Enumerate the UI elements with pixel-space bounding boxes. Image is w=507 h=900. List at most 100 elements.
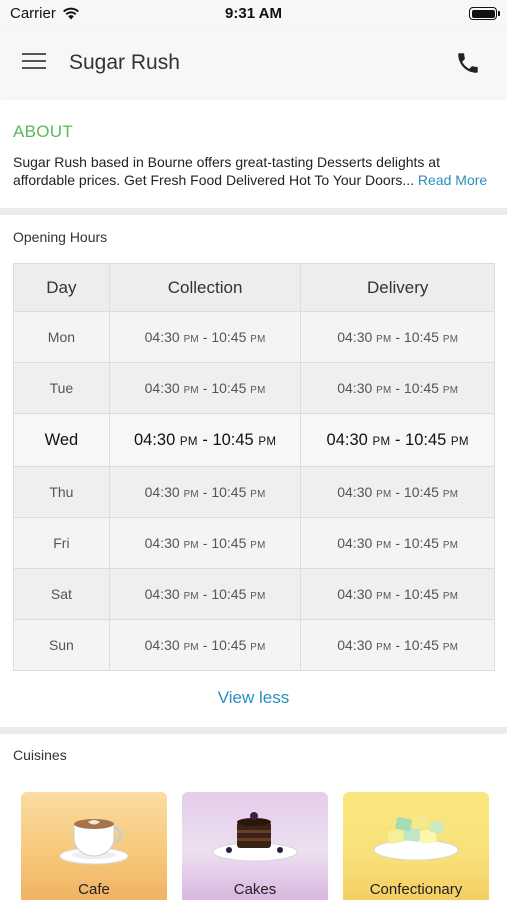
collection-hours-cell: 04:30 PM - 10:45 PM xyxy=(108,466,302,518)
table-header-row: Day Collection Delivery xyxy=(13,263,495,312)
table-row: Fri 04:30 PM - 10:45 PM 04:30 PM - 10:45 P… xyxy=(13,517,495,569)
close-time: 10:45 xyxy=(211,484,247,500)
cuisine-card-cakes[interactable]: Cakes xyxy=(182,792,328,900)
day-cell: Fri xyxy=(13,517,110,569)
pm-suffix: PM xyxy=(376,540,392,551)
opening-hours-heading: Opening Hours xyxy=(13,229,108,245)
table-row: Sat 04:30 PM - 10:45 PM 04:30 PM - 10:45 P… xyxy=(13,568,495,620)
open-time: 04:30 xyxy=(337,484,373,500)
pm-suffix: PM xyxy=(442,385,459,396)
collection-hours-cell: 04:30 PM - 10:45 PM xyxy=(108,619,302,671)
pm-suffix: PM xyxy=(442,334,459,345)
open-time: 04:30 xyxy=(144,329,180,345)
pm-suffix: PM xyxy=(376,642,392,653)
time-dash: - xyxy=(198,586,212,602)
opening-hours-table: Day Collection Delivery Mon 04:30 PM - 10… xyxy=(13,263,495,671)
open-time: 04:30 xyxy=(144,484,180,500)
pm-suffix: PM xyxy=(183,642,199,653)
day-cell: Sun xyxy=(13,619,110,671)
hamburger-menu-icon[interactable] xyxy=(22,52,48,72)
page-title: Sugar Rush xyxy=(69,51,180,74)
pm-suffix: PM xyxy=(376,489,392,500)
cuisine-card-cafe[interactable]: Cafe xyxy=(21,792,167,900)
close-time: 10:45 xyxy=(211,535,247,551)
pm-suffix: PM xyxy=(442,642,459,653)
pm-suffix: PM xyxy=(372,435,391,448)
table-row: Thu 04:30 PM - 10:45 PM 04:30 PM - 10:45 P… xyxy=(13,466,495,518)
about-heading: ABOUT xyxy=(13,122,74,141)
pm-suffix: PM xyxy=(250,540,266,551)
delivery-hours-cell: 04:30 PM - 10:45 PM xyxy=(300,311,495,363)
pm-suffix: PM xyxy=(183,591,199,602)
day-cell: Mon xyxy=(13,311,110,363)
delivery-hours-cell: 04:30 PM - 10:45 PM xyxy=(300,413,495,467)
collection-hours-cell: 04:30 PM - 10:45 PM xyxy=(108,568,302,620)
nav-bar: Sugar Rush xyxy=(0,28,507,98)
time-dash: - xyxy=(198,380,212,396)
close-time: 10:45 xyxy=(211,637,247,653)
close-time: 10:45 xyxy=(403,484,439,500)
read-more-link[interactable]: Read More xyxy=(414,172,487,188)
open-time: 04:30 xyxy=(337,535,373,551)
table-row: Wed 04:30 PM - 10:45 PM 04:30 PM - 10:45 P… xyxy=(13,413,495,467)
table-row: Tue 04:30 PM - 10:45 PM 04:30 PM - 10:45 P… xyxy=(13,362,495,414)
sweets-plate-icon xyxy=(373,814,459,861)
phone-icon[interactable] xyxy=(455,50,481,76)
pm-suffix: PM xyxy=(183,540,199,551)
day-cell: Thu xyxy=(13,466,110,518)
pm-suffix: PM xyxy=(450,435,469,448)
chocolate-cake-icon xyxy=(212,812,298,862)
close-time: 10:45 xyxy=(403,535,439,551)
delivery-hours-cell: 04:30 PM - 10:45 PM xyxy=(300,619,495,671)
section-divider xyxy=(0,727,507,734)
cuisine-label: Cakes xyxy=(233,881,277,898)
pm-suffix: PM xyxy=(250,489,266,500)
pm-suffix: PM xyxy=(376,591,392,602)
open-time: 04:30 xyxy=(337,380,373,396)
open-time: 04:30 xyxy=(337,637,373,653)
time-dash: - xyxy=(391,586,404,602)
close-time: 10:45 xyxy=(211,380,247,396)
close-time: 10:45 xyxy=(403,329,439,345)
about-text: Sugar Rush based in Bourne offers great-… xyxy=(13,154,440,188)
header-delivery: Delivery xyxy=(300,263,495,312)
cuisine-card-confectionary[interactable]: Confectionary xyxy=(343,792,489,900)
pm-suffix: PM xyxy=(250,385,266,396)
pm-suffix: PM xyxy=(376,334,392,345)
close-time: 10:45 xyxy=(403,586,439,602)
pm-suffix: PM xyxy=(442,540,459,551)
pm-suffix: PM xyxy=(258,435,277,448)
time-dash: - xyxy=(391,380,404,396)
day-cell: Sat xyxy=(13,568,110,620)
table-row: Sun 04:30 PM - 10:45 PM 04:30 PM - 10:45 P… xyxy=(13,619,495,671)
header-collection: Collection xyxy=(108,263,302,312)
time-dash: - xyxy=(391,637,404,653)
table-row: Mon 04:30 PM - 10:45 PM 04:30 PM - 10:45 P… xyxy=(13,311,495,363)
pm-suffix: PM xyxy=(250,334,266,345)
time-dash: - xyxy=(390,430,406,449)
delivery-hours-cell: 04:30 PM - 10:45 PM xyxy=(300,362,495,414)
collection-hours-cell: 04:30 PM - 10:45 PM xyxy=(108,362,302,414)
pm-suffix: PM xyxy=(442,489,459,500)
pm-suffix: PM xyxy=(442,591,459,602)
collection-hours-cell: 04:30 PM - 10:45 PM xyxy=(108,311,302,363)
pm-suffix: PM xyxy=(183,334,199,345)
battery-icon xyxy=(469,7,500,20)
open-time: 04:30 xyxy=(337,586,373,602)
time-dash: - xyxy=(198,484,212,500)
close-time: 10:45 xyxy=(403,380,439,396)
time-dash: - xyxy=(198,329,212,345)
time-dash: - xyxy=(198,637,212,653)
pm-suffix: PM xyxy=(250,642,266,653)
time-dash: - xyxy=(391,329,404,345)
open-time: 04:30 xyxy=(133,430,176,449)
pm-suffix: PM xyxy=(376,385,392,396)
open-time: 04:30 xyxy=(144,637,180,653)
view-less-link[interactable]: View less xyxy=(0,688,507,708)
day-cell: Tue xyxy=(13,362,110,414)
close-time: 10:45 xyxy=(403,637,439,653)
pm-suffix: PM xyxy=(179,435,198,448)
pm-suffix: PM xyxy=(183,489,199,500)
header-day: Day xyxy=(13,263,110,312)
open-time: 04:30 xyxy=(144,535,180,551)
